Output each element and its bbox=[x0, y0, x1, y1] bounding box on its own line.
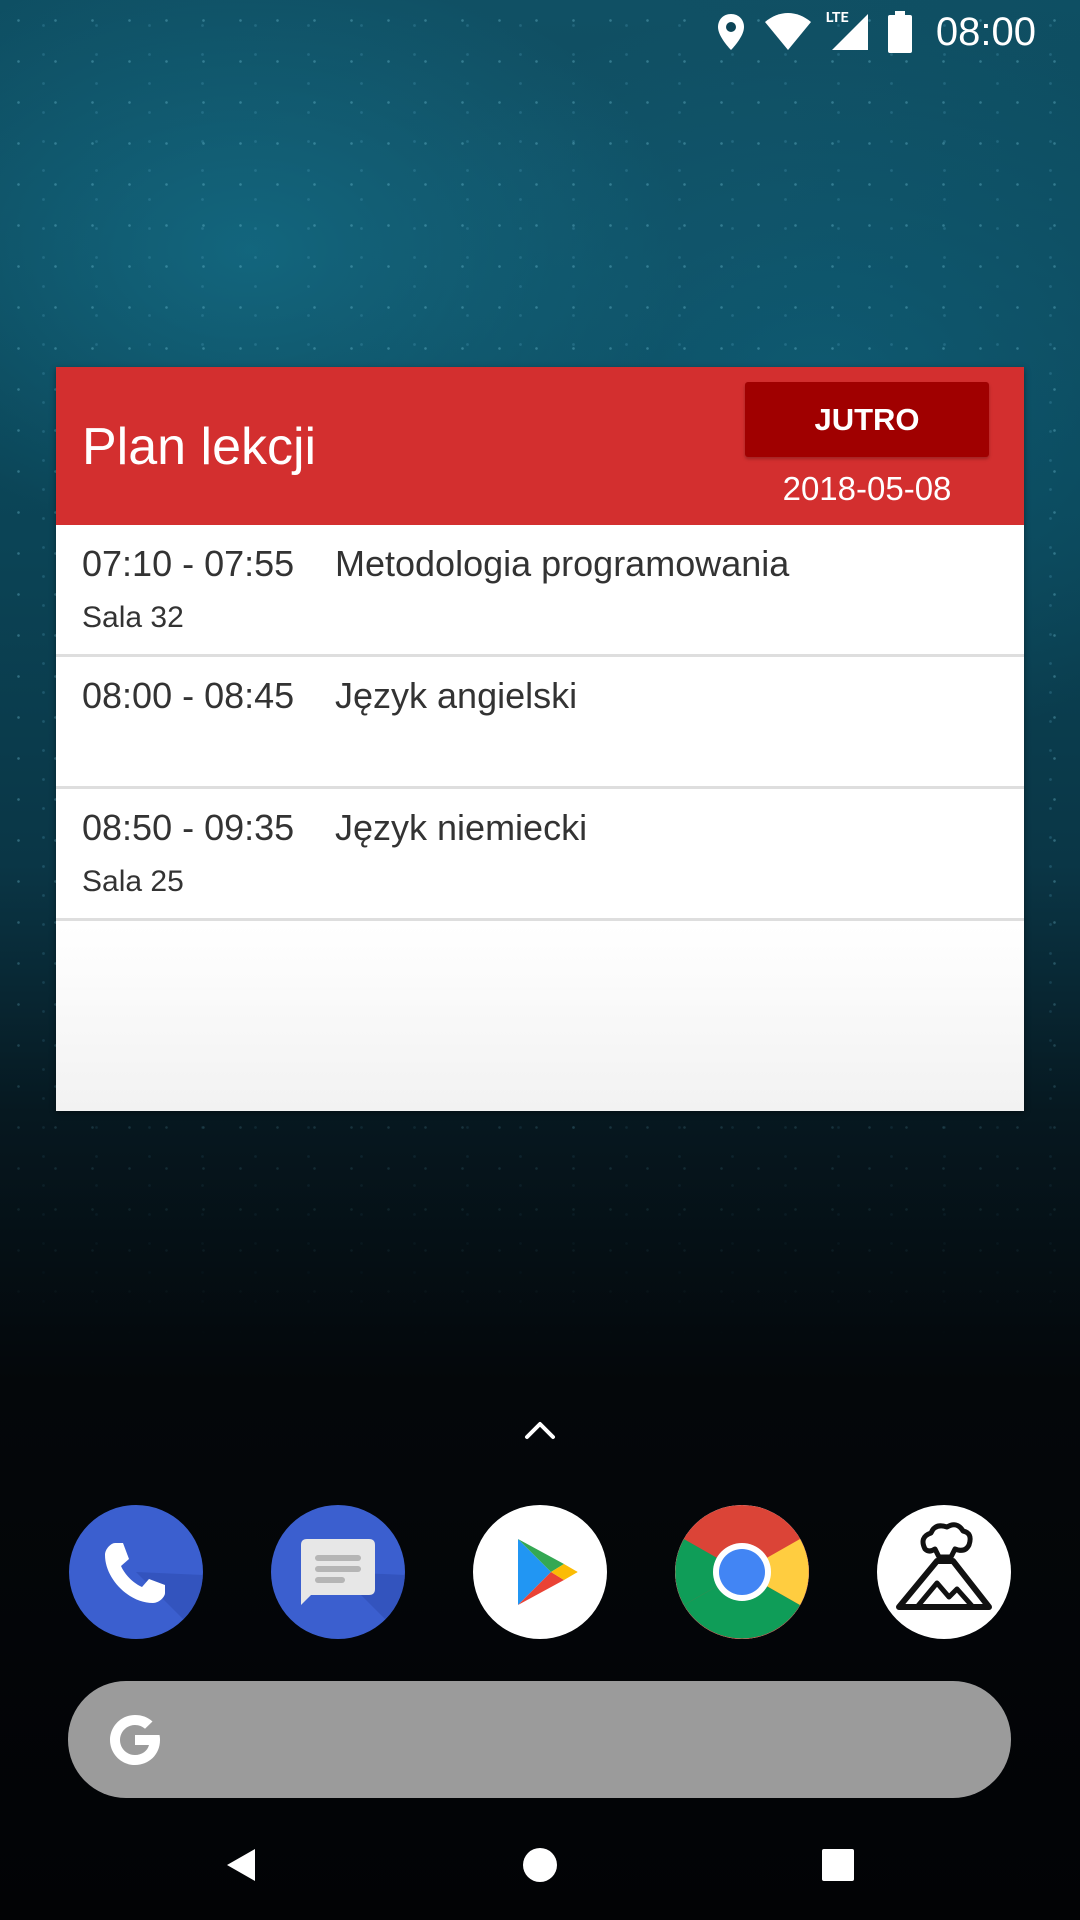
lesson-row[interactable]: 07:10 - 07:55 Metodologia programowania … bbox=[56, 525, 1024, 657]
lesson-room: Sala 25 bbox=[82, 865, 184, 898]
lesson-time: 07:10 - 07:55 bbox=[82, 543, 295, 584]
google-search-bar[interactable] bbox=[68, 1681, 1011, 1798]
lesson-plan-widget[interactable]: Plan lekcji JUTRO 2018-05-08 07:10 - 07:… bbox=[56, 367, 1024, 1111]
battery-icon bbox=[887, 11, 912, 53]
chrome-app-icon[interactable] bbox=[675, 1505, 809, 1639]
messages-app-icon[interactable] bbox=[271, 1505, 405, 1639]
volcano-app-icon[interactable] bbox=[877, 1505, 1011, 1639]
phone-app-icon[interactable] bbox=[69, 1505, 203, 1639]
lesson-row[interactable]: 08:00 - 08:45 Język angielski bbox=[56, 657, 1024, 789]
google-g-icon bbox=[110, 1715, 160, 1765]
recents-icon[interactable] bbox=[808, 1835, 868, 1895]
lesson-list: 07:10 - 07:55 Metodologia programowania … bbox=[56, 525, 1024, 921]
lesson-subject: Metodologia programowania bbox=[335, 543, 790, 584]
play-store-app-icon[interactable] bbox=[473, 1505, 607, 1639]
widget-header: Plan lekcji JUTRO 2018-05-08 bbox=[56, 367, 1024, 525]
lesson-time: 08:50 - 09:35 bbox=[82, 807, 295, 848]
back-icon[interactable] bbox=[211, 1835, 271, 1895]
location-icon bbox=[716, 12, 746, 52]
lesson-subject: Język angielski bbox=[335, 675, 578, 716]
lte-signal-icon: LTE bbox=[826, 10, 870, 52]
app-drawer-arrow-icon[interactable] bbox=[516, 1415, 564, 1445]
lesson-time: 08:00 - 08:45 bbox=[82, 675, 295, 716]
home-icon[interactable] bbox=[510, 1835, 570, 1895]
wifi-icon bbox=[764, 13, 812, 51]
lesson-room: Sala 32 bbox=[82, 601, 184, 634]
navigation-bar bbox=[0, 1800, 1080, 1920]
tomorrow-button[interactable]: JUTRO bbox=[745, 382, 989, 457]
status-bar: LTE 08:00 bbox=[0, 0, 1080, 64]
widget-title: Plan lekcji bbox=[82, 418, 317, 476]
network-type-label: LTE bbox=[825, 10, 849, 26]
widget-date: 2018-05-08 bbox=[782, 470, 952, 507]
lesson-subject: Język niemiecki bbox=[335, 807, 588, 848]
lesson-row[interactable]: 08:50 - 09:35 Język niemiecki Sala 25 bbox=[56, 789, 1024, 921]
status-time: 08:00 bbox=[935, 9, 1036, 54]
